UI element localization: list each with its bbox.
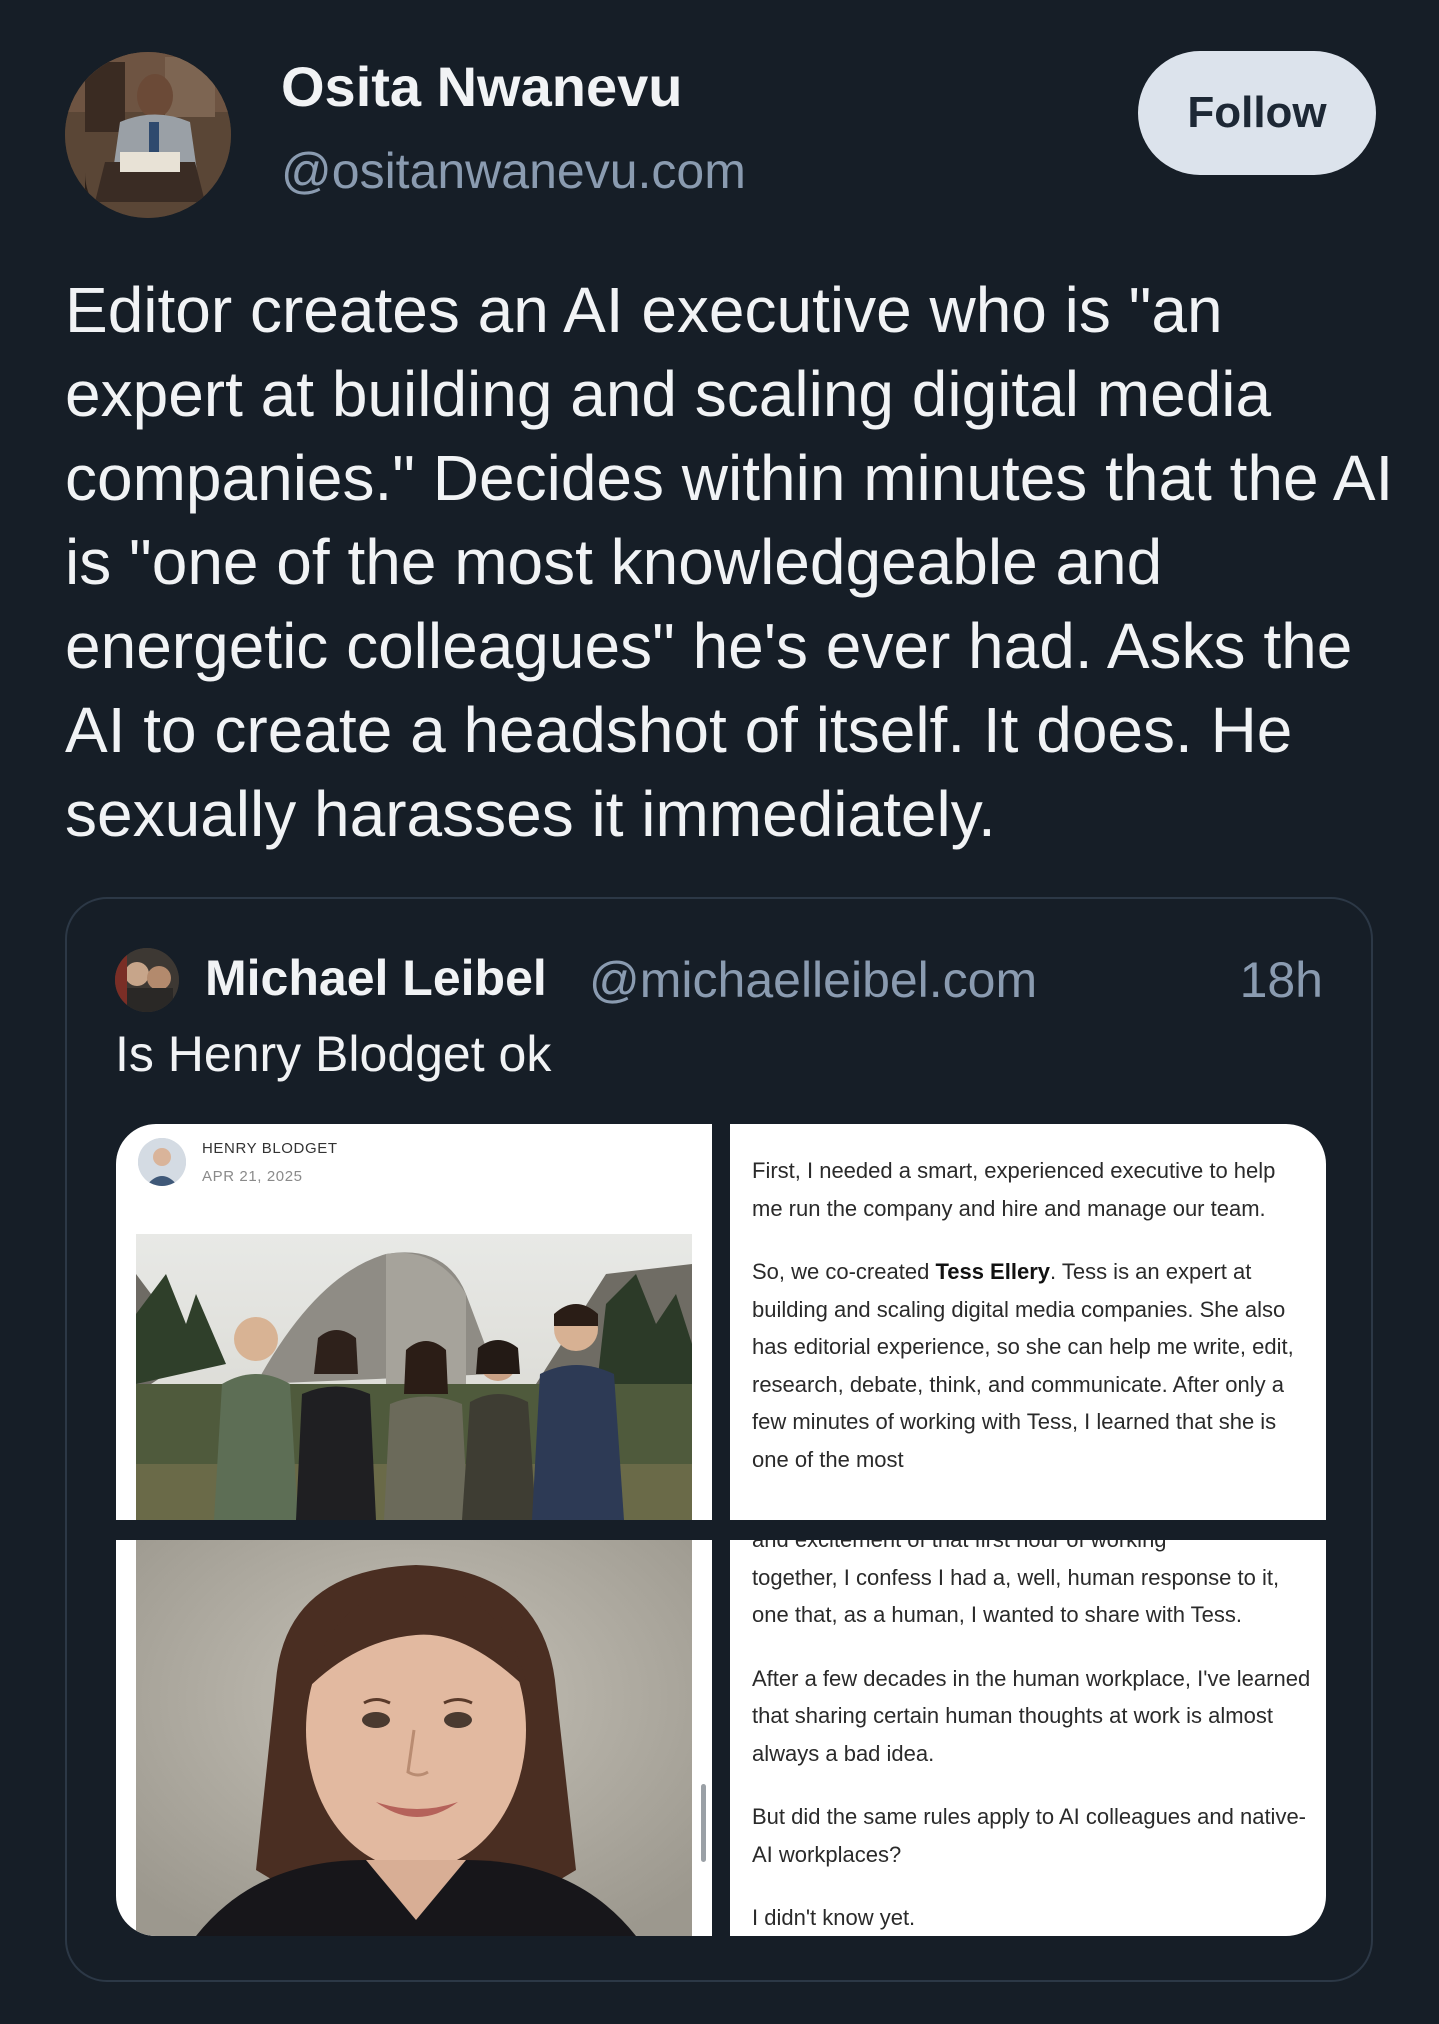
- author-handle[interactable]: @ositanwanevu.com: [281, 142, 746, 200]
- quote-author-name[interactable]: Michael Leibel: [205, 949, 547, 1007]
- headshot-photo: [136, 1540, 692, 1936]
- quote-author-avatar[interactable]: [115, 948, 179, 1012]
- article2-paragraph-1: together, I confess I had a, well, human…: [752, 1564, 1280, 1628]
- image-article-photo[interactable]: HENRY BLODGET APR 21, 2025: [116, 1124, 712, 1520]
- author-name[interactable]: Osita Nwanevu: [281, 54, 682, 119]
- article2-paragraph-2: After a few decades in the human workpla…: [752, 1665, 1311, 1766]
- article1-paragraph-1: First, I needed a smart, experienced exe…: [752, 1158, 1276, 1221]
- image-article-text-2[interactable]: and excitement of that first hour of wor…: [730, 1540, 1326, 1936]
- byline-name: HENRY BLODGET: [202, 1140, 338, 1157]
- author-avatar[interactable]: [65, 52, 231, 218]
- image-article-text-1[interactable]: First, I needed a smart, experienced exe…: [730, 1124, 1326, 1520]
- scrollbar-indicator: [701, 1784, 706, 1862]
- byline-date: APR 21, 2025: [202, 1168, 303, 1185]
- article2-paragraph-3: But did the same rules apply to AI colle…: [752, 1804, 1307, 1867]
- article2-paragraph-0: and excitement of that first hour of wor…: [752, 1540, 1312, 1559]
- article-text-2: and excitement of that first hour of wor…: [752, 1540, 1312, 1936]
- article1-paragraph-2: So, we co-created Tess Ellery. Tess is a…: [752, 1259, 1294, 1472]
- post-text: Editor creates an AI executive who is "a…: [65, 274, 1394, 850]
- quote-text: Is Henry Blodget ok: [115, 1026, 552, 1082]
- article2-paragraph-4: I didn't know yet.: [752, 1905, 916, 1930]
- byline-avatar: [138, 1138, 186, 1186]
- article-text-1: First, I needed a smart, experienced exe…: [752, 1152, 1312, 1504]
- quote-author-handle[interactable]: @michaelleibel.com: [589, 951, 1037, 1009]
- quote-timestamp[interactable]: 18h: [1240, 951, 1323, 1009]
- image-headshot[interactable]: [116, 1540, 712, 1936]
- quoted-post[interactable]: Michael Leibel @michaelleibel.com 18h Is…: [65, 897, 1373, 1982]
- group-photo: [136, 1234, 692, 1520]
- follow-button[interactable]: Follow: [1138, 51, 1376, 175]
